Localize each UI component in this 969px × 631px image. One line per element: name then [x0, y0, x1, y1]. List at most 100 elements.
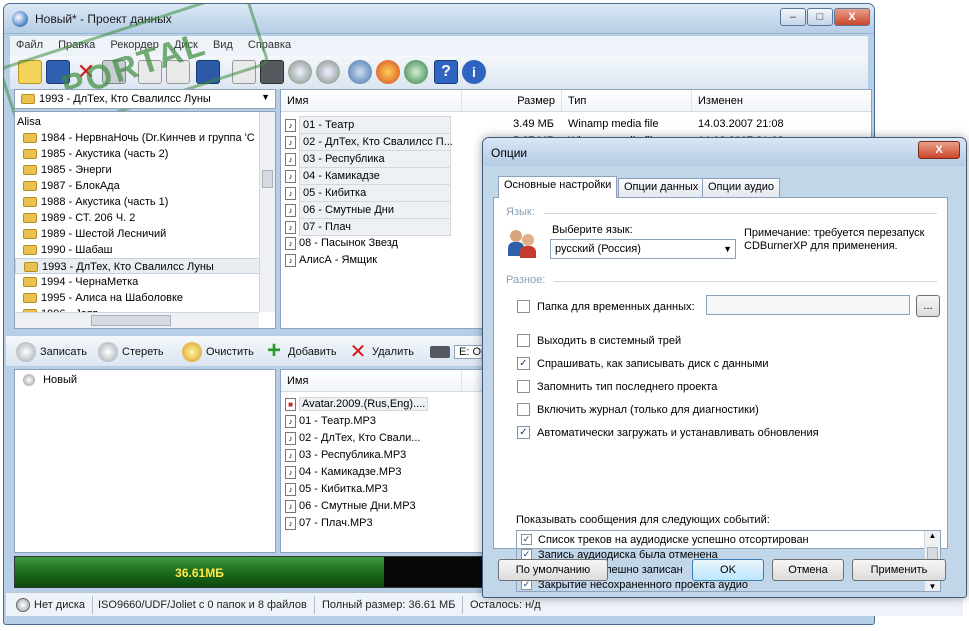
maximize-button[interactable]: □	[807, 8, 833, 26]
search-update-icon[interactable]	[404, 60, 428, 84]
browse-button[interactable]: ...	[916, 295, 940, 317]
project-file-row[interactable]: ♪ 06 - Смутные Дни.MP3	[285, 498, 416, 514]
language-select[interactable]: русский (Россия) ▼	[550, 239, 736, 259]
project-file-row[interactable]: ♪ 02 - ДлТех, Кто Свали...	[285, 430, 420, 446]
group-divider	[554, 281, 937, 282]
column-type[interactable]: Тип	[562, 90, 692, 112]
column-size[interactable]: Размер	[462, 90, 562, 112]
tree-node-label: 1989 - Шестой Лесничий	[41, 228, 167, 240]
project-file-name: 01 - Театр.MP3	[299, 415, 376, 427]
scroll-thumb-h[interactable]	[91, 315, 171, 326]
plus-icon: +	[266, 337, 281, 364]
option-checkbox[interactable]	[517, 380, 530, 393]
tree-node[interactable]: 1994 - ЧернаМетка	[15, 274, 275, 290]
option-checkbox[interactable]	[517, 403, 530, 416]
erase-icon	[98, 342, 118, 362]
scroll-down-icon[interactable]: ▼	[925, 582, 940, 591]
folder-combo[interactable]: 1993 - ДлТех, Кто Свалилсс Луны ▼	[14, 89, 276, 109]
event-checkbox[interactable]: ✓	[521, 534, 532, 545]
file-name: 06 - Смутные Дни	[299, 201, 451, 219]
tree-node[interactable]: 1987 - БлокАда	[15, 178, 275, 194]
project-file-row[interactable]: ♪ 04 - Камикадзе.MP3	[285, 464, 402, 480]
firefox-icon[interactable]	[376, 60, 400, 84]
audio-file-icon: ♪	[285, 499, 296, 513]
audio-file-icon: ♪	[285, 169, 296, 183]
close-button[interactable]: X	[834, 8, 870, 26]
tree-vertical-scrollbar[interactable]	[259, 112, 275, 312]
tree-node[interactable]: 1985 - Энерги	[15, 162, 275, 178]
file-name: 07 - Плач	[299, 218, 451, 236]
cancel-button[interactable]: Отмена	[772, 559, 844, 581]
file-row[interactable]: ♪ 05 - Кибитка	[285, 184, 451, 202]
options-dialog: Опции X Основные настройки Опции данных …	[482, 137, 967, 598]
tree-node[interactable]: 1988 - Акустика (часть 1)	[15, 194, 275, 210]
tree-node[interactable]: 1990 - Шабаш	[15, 242, 275, 258]
erase-button[interactable]: Стереть	[98, 342, 164, 362]
defaults-button[interactable]: По умолчанию	[498, 559, 608, 581]
eject-icon[interactable]	[288, 60, 312, 84]
tree-node[interactable]: 1989 - Шестой Лесничий	[15, 226, 275, 242]
tree-node[interactable]: 1985 - Акустика (часть 2)	[15, 146, 275, 162]
project-root-node[interactable]: Новый	[15, 372, 275, 388]
scroll-up-icon[interactable]: ▲	[925, 531, 940, 540]
apply-button[interactable]: Применить	[852, 559, 946, 581]
minimize-button[interactable]: –	[780, 8, 806, 26]
menu-file[interactable]: Файл	[10, 36, 49, 54]
project-file-row[interactable]: ♪ 05 - Кибитка.MP3	[285, 481, 388, 497]
help-icon[interactable]: ?	[434, 60, 458, 84]
burn-icon	[16, 342, 36, 362]
tree-node[interactable]: 1995 - Алиса на Шаболовке	[15, 290, 275, 306]
tab-general[interactable]: Основные настройки	[498, 176, 618, 198]
temp-folder-input[interactable]	[706, 295, 910, 315]
tree-node[interactable]: 1993 - ДлТех, Кто Свалилсс Луны	[15, 258, 275, 274]
tree-node[interactable]: 1989 - СТ. 206 Ч. 2	[15, 210, 275, 226]
tree-horizontal-scrollbar[interactable]	[15, 312, 259, 328]
burn-button[interactable]: Записать	[16, 342, 87, 362]
file-row[interactable]: ♪ 02 - ДлТех, Кто Свалилсс П...	[285, 133, 453, 151]
temp-folder-checkbox[interactable]	[517, 300, 530, 313]
option-label: Включить журнал (только для диагностики)	[537, 404, 759, 416]
settings-gear-icon[interactable]	[348, 60, 372, 84]
file-row[interactable]: ♪ 06 - Смутные Дни	[285, 201, 451, 219]
chevron-down-icon[interactable]: ▼	[261, 92, 270, 102]
tree-node[interactable]: Alisa	[15, 114, 275, 130]
users-icon	[508, 228, 538, 258]
tab-audio[interactable]: Опции аудио	[702, 178, 780, 197]
tab-data[interactable]: Опции данных	[618, 178, 705, 197]
project-file-row[interactable]: ■ Avatar.2009.(Rus,Eng)....	[285, 396, 429, 412]
folder-tree: Alisa 1984 - НервнаНочь (Dr.Кинчев и груп…	[14, 111, 276, 329]
language-prompt: Выберите язык:	[552, 224, 633, 236]
column-name[interactable]: Имя	[281, 90, 462, 112]
remove-label: Удалить	[372, 346, 414, 358]
file-row[interactable]: ♪ 07 - Плач	[285, 218, 451, 236]
capacity-label: 36.61МБ	[175, 566, 224, 580]
audio-file-icon: ♪	[285, 135, 296, 149]
option-checkbox[interactable]: ✓	[517, 426, 530, 439]
ok-button[interactable]: OK	[692, 559, 764, 581]
audio-file-icon: ♪	[285, 448, 296, 462]
scroll-thumb[interactable]	[262, 170, 273, 188]
project-file-row[interactable]: ♪ 07 - Плач.MP3	[285, 515, 373, 531]
folder-icon	[23, 133, 37, 144]
file-row[interactable]: ♪ АлисА - Ямщик	[285, 252, 377, 268]
file-row[interactable]: ♪ 04 - Камикадзе	[285, 167, 451, 185]
audio-file-icon: ♪	[285, 220, 296, 234]
file-row[interactable]: ♪ 08 - Пасынок Звезд	[285, 235, 398, 251]
file-row[interactable]: ♪ 01 - Театр	[285, 116, 451, 134]
column-modified[interactable]: Изменен	[692, 90, 871, 112]
option-checkbox[interactable]	[517, 334, 530, 347]
tree-node[interactable]: 1984 - НервнаНочь (Dr.Кинчев и группа 'С	[15, 130, 275, 146]
audio-file-icon: ♪	[285, 414, 296, 428]
load-icon[interactable]	[316, 60, 340, 84]
file-row[interactable]: ♪ 03 - Республика	[285, 150, 451, 168]
project-file-row[interactable]: ♪ 03 - Республика.MP3	[285, 447, 406, 463]
dialog-close-button[interactable]: X	[918, 141, 960, 159]
option-checkbox[interactable]: ✓	[517, 357, 530, 370]
info-icon[interactable]: i	[462, 60, 486, 84]
remove-button[interactable]: ✕ Удалить	[348, 342, 414, 362]
clear-button[interactable]: Очистить	[182, 342, 254, 362]
add-button[interactable]: + Добавить	[264, 337, 337, 364]
project-column-name[interactable]: Имя	[281, 370, 462, 392]
event-row[interactable]: ✓ Список треков на аудиодиске успешно отс…	[517, 533, 940, 548]
project-file-row[interactable]: ♪ 01 - Театр.MP3	[285, 413, 376, 429]
